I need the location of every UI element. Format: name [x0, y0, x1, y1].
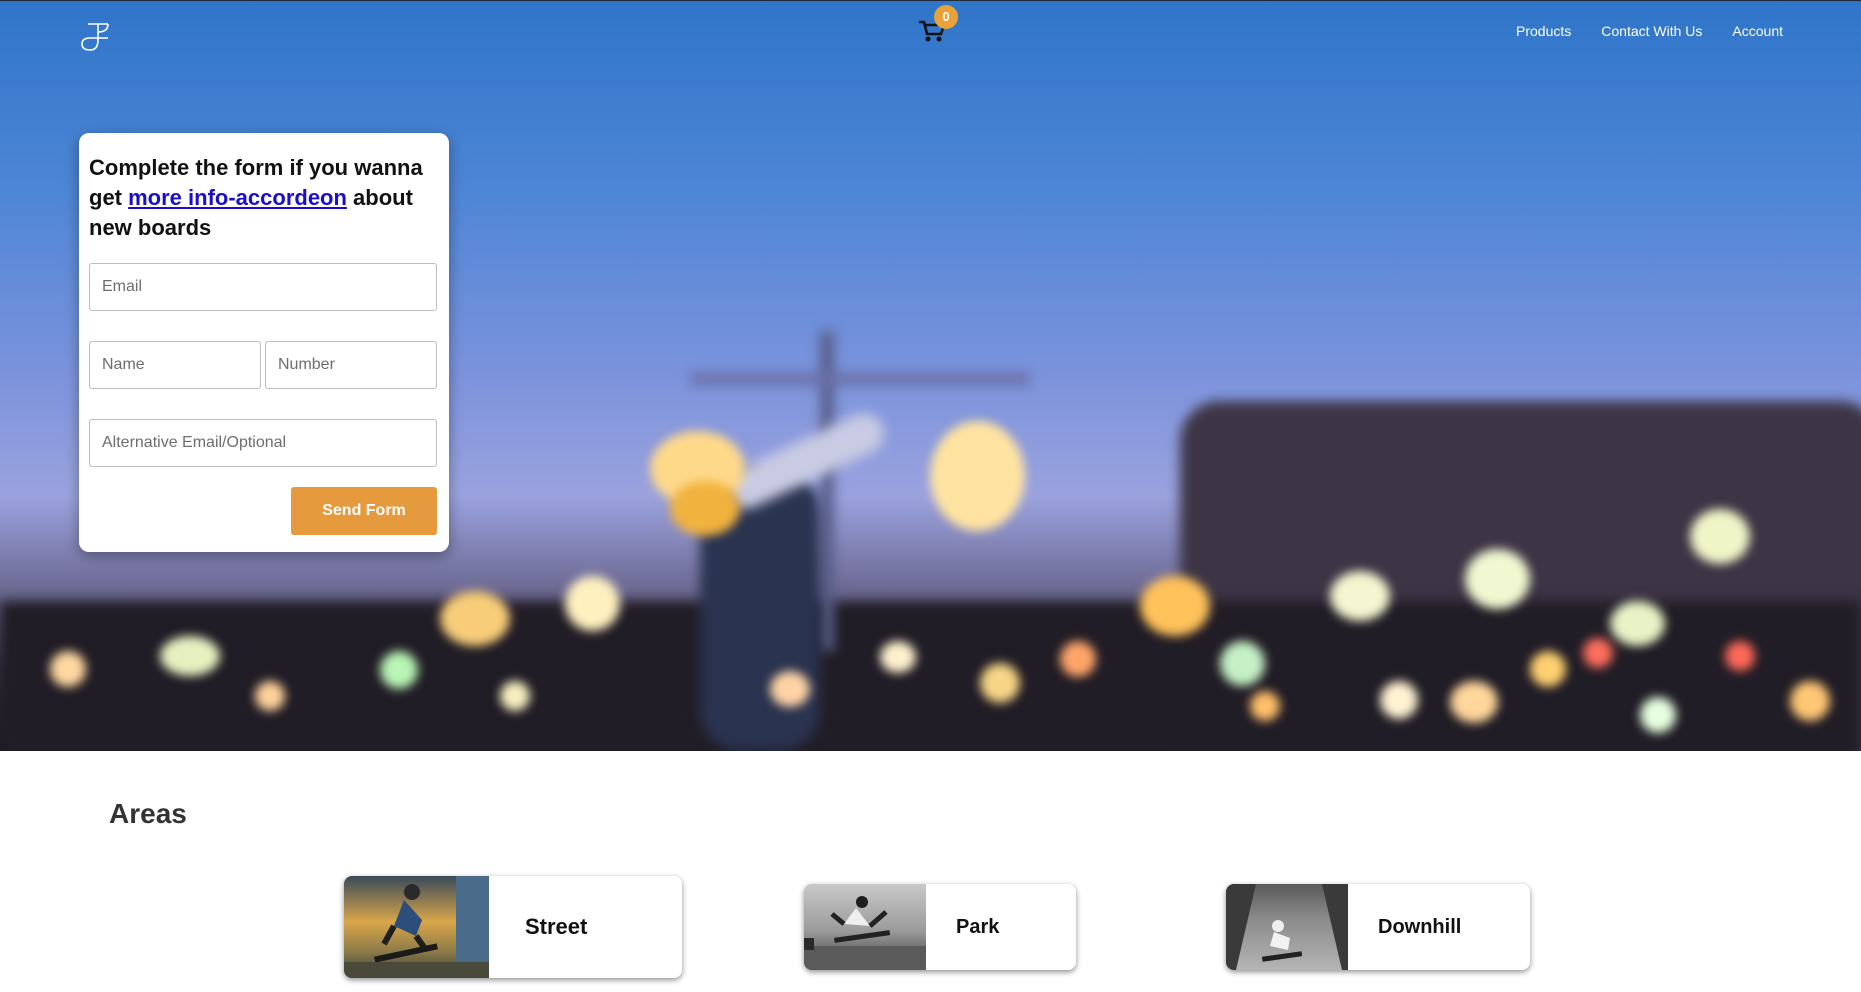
logo-icon[interactable] — [78, 20, 114, 56]
send-form-button[interactable]: Send Form — [291, 487, 437, 535]
email-input[interactable] — [89, 263, 437, 311]
area-label-downhill: Downhill — [1378, 915, 1462, 938]
info-form-card: Complete the form if you wanna get more … — [79, 133, 449, 552]
areas-title: Areas — [109, 798, 187, 829]
area-label-park: Park — [956, 915, 1000, 938]
top-nav: Products Contact With Us Account — [1516, 23, 1783, 39]
crane-arm — [690, 373, 1030, 385]
number-input[interactable] — [265, 341, 437, 389]
park-thumbnail — [804, 884, 926, 970]
area-label-street: Street — [525, 914, 588, 939]
area-card-street[interactable]: Street — [344, 876, 682, 978]
downhill-thumbnail — [1226, 884, 1348, 970]
info-accordeon-link[interactable]: more info-accordeon — [128, 185, 347, 210]
street-thumbnail — [344, 876, 489, 978]
cart-count-badge: 0 — [934, 5, 958, 29]
name-input[interactable] — [89, 341, 261, 389]
nav-link-contact[interactable]: Contact With Us — [1601, 23, 1702, 39]
nav-link-account[interactable]: Account — [1732, 23, 1783, 39]
area-card-downhill[interactable]: Downhill — [1226, 884, 1530, 970]
alt-email-input[interactable] — [89, 419, 437, 467]
ground — [0, 601, 1861, 751]
area-card-park[interactable]: Park — [804, 884, 1076, 970]
nav-link-products[interactable]: Products — [1516, 23, 1571, 39]
form-title: Complete the form if you wanna get more … — [89, 153, 439, 243]
